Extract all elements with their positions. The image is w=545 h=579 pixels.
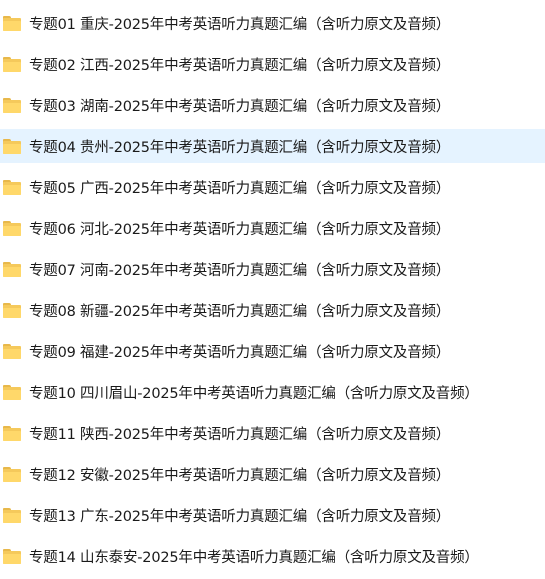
folder-name: 专题07 河南-2025年中考英语听力真题汇编（含听力原文及音频）	[29, 262, 451, 279]
folder-item[interactable]: 专题06 河北-2025年中考英语听力真题汇编（含听力原文及音频）	[0, 211, 545, 245]
folder-name: 专题13 广东-2025年中考英语听力真题汇编（含听力原文及音频）	[29, 508, 451, 525]
folder-name: 专题03 湖南-2025年中考英语听力真题汇编（含听力原文及音频）	[29, 98, 451, 115]
folder-item-selected[interactable]: 专题04 贵州-2025年中考英语听力真题汇编（含听力原文及音频）	[0, 129, 545, 163]
folder-icon	[3, 507, 21, 523]
folder-icon	[3, 261, 21, 277]
folder-item[interactable]: 专题07 河南-2025年中考英语听力真题汇编（含听力原文及音频）	[0, 252, 545, 286]
folder-name: 专题12 安徽-2025年中考英语听力真题汇编（含听力原文及音频）	[29, 467, 451, 484]
folder-name: 专题05 广西-2025年中考英语听力真题汇编（含听力原文及音频）	[29, 180, 451, 197]
folder-icon	[3, 466, 21, 482]
folder-icon	[3, 302, 21, 318]
folder-icon	[3, 548, 21, 564]
folder-item[interactable]: 专题13 广东-2025年中考英语听力真题汇编（含听力原文及音频）	[0, 498, 545, 532]
folder-item[interactable]: 专题11 陕西-2025年中考英语听力真题汇编（含听力原文及音频）	[0, 416, 545, 450]
folder-name: 专题04 贵州-2025年中考英语听力真题汇编（含听力原文及音频）	[29, 139, 451, 156]
folder-icon	[3, 220, 21, 236]
folder-name: 专题06 河北-2025年中考英语听力真题汇编（含听力原文及音频）	[29, 221, 451, 238]
folder-name: 专题02 江西-2025年中考英语听力真题汇编（含听力原文及音频）	[29, 57, 451, 74]
folder-list: 专题01 重庆-2025年中考英语听力真题汇编（含听力原文及音频） 专题02 江…	[0, 0, 545, 579]
folder-name: 专题14 山东泰安-2025年中考英语听力真题汇编（含听力原文及音频）	[29, 549, 479, 566]
folder-item[interactable]: 专题03 湖南-2025年中考英语听力真题汇编（含听力原文及音频）	[0, 88, 545, 122]
folder-name: 专题09 福建-2025年中考英语听力真题汇编（含听力原文及音频）	[29, 344, 451, 361]
folder-item[interactable]: 专题05 广西-2025年中考英语听力真题汇编（含听力原文及音频）	[0, 170, 545, 204]
folder-item[interactable]: 专题14 山东泰安-2025年中考英语听力真题汇编（含听力原文及音频）	[0, 539, 545, 573]
folder-item[interactable]: 专题02 江西-2025年中考英语听力真题汇编（含听力原文及音频）	[0, 47, 545, 81]
folder-name: 专题01 重庆-2025年中考英语听力真题汇编（含听力原文及音频）	[29, 16, 451, 33]
folder-name: 专题10 四川眉山-2025年中考英语听力真题汇编（含听力原文及音频）	[29, 385, 479, 402]
folder-icon	[3, 343, 21, 359]
folder-icon	[3, 15, 21, 31]
folder-icon	[3, 97, 21, 113]
folder-item[interactable]: 专题01 重庆-2025年中考英语听力真题汇编（含听力原文及音频）	[0, 6, 545, 40]
folder-name: 专题08 新疆-2025年中考英语听力真题汇编（含听力原文及音频）	[29, 303, 451, 320]
folder-item[interactable]: 专题10 四川眉山-2025年中考英语听力真题汇编（含听力原文及音频）	[0, 375, 545, 409]
folder-icon	[3, 425, 21, 441]
folder-item[interactable]: 专题12 安徽-2025年中考英语听力真题汇编（含听力原文及音频）	[0, 457, 545, 491]
folder-name: 专题11 陕西-2025年中考英语听力真题汇编（含听力原文及音频）	[29, 426, 451, 443]
folder-item[interactable]: 专题09 福建-2025年中考英语听力真题汇编（含听力原文及音频）	[0, 334, 545, 368]
folder-icon	[3, 179, 21, 195]
folder-icon	[3, 138, 21, 154]
folder-icon	[3, 56, 21, 72]
folder-icon	[3, 384, 21, 400]
folder-item[interactable]: 专题08 新疆-2025年中考英语听力真题汇编（含听力原文及音频）	[0, 293, 545, 327]
